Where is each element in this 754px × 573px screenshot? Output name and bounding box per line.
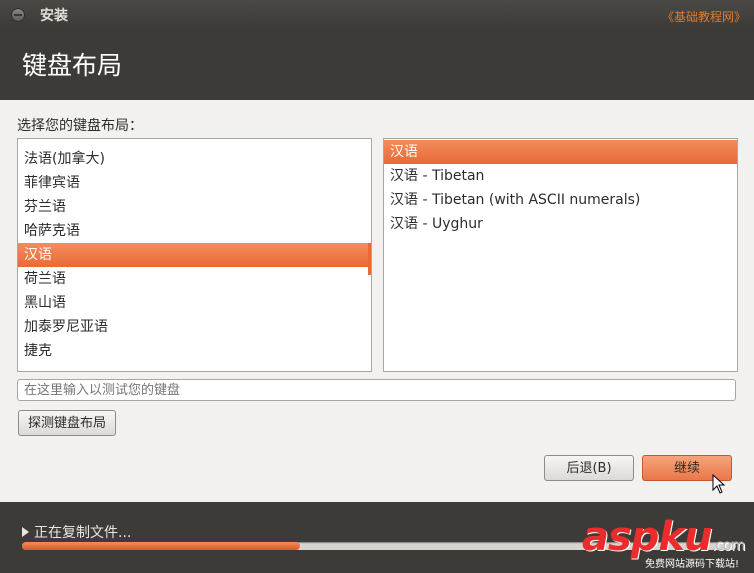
- page-header: 键盘布局: [0, 28, 754, 100]
- back-button[interactable]: 后退(B): [544, 455, 634, 481]
- expand-triangle-icon[interactable]: [22, 527, 29, 537]
- progress-label-text: 正在复制文件...: [34, 525, 132, 541]
- scrollbar-thumb[interactable]: [368, 243, 371, 275]
- watermark-logo-text: aspku: [582, 514, 713, 560]
- watermark-text: 《基础教程网》: [661, 10, 746, 24]
- list-item[interactable]: 汉语 - Tibetan: [384, 164, 737, 188]
- window-title: 安装: [40, 8, 68, 24]
- list-item[interactable]: 加泰罗尼亚语: [18, 315, 371, 339]
- close-icon[interactable]: [11, 8, 25, 22]
- list-item[interactable]: 汉语 - Uyghur: [384, 212, 737, 236]
- list-item[interactable]: 芬兰语: [18, 195, 371, 219]
- watermark-logo: aspku.com: [582, 514, 746, 560]
- mouse-cursor-icon: [712, 474, 726, 494]
- list-item[interactable]: 捷克: [18, 339, 371, 363]
- main-content: 选择您的键盘布局： ⠀ 法语(加拿大) 菲律宾语 芬兰语 哈萨克语 汉语 荷兰语 黑山语 加泰…: [0, 100, 754, 502]
- list-item[interactable]: 汉语 - Tibetan (with ASCII numerals): [384, 188, 737, 212]
- list-item[interactable]: 汉语: [18, 243, 371, 267]
- list-item[interactable]: 荷兰语: [18, 267, 371, 291]
- list-item[interactable]: 哈萨克语: [18, 219, 371, 243]
- list-item[interactable]: 菲律宾语: [18, 171, 371, 195]
- layout-prompt: 选择您的键盘布局：: [17, 118, 143, 134]
- watermark-logo-suffix: .com: [711, 536, 746, 554]
- layout-language-list[interactable]: ⠀ 法语(加拿大) 菲律宾语 芬兰语 哈萨克语 汉语 荷兰语 黑山语 加泰罗尼亚语 捷克: [17, 138, 372, 372]
- list-item[interactable]: 汉语: [384, 140, 737, 164]
- title-bar: 安装 《基础教程网》: [0, 0, 754, 28]
- page-title: 键盘布局: [22, 51, 123, 80]
- watermark-tagline: 免费网站源码下载站!: [645, 559, 740, 570]
- keyboard-test-input[interactable]: [17, 379, 736, 401]
- layout-variant-list[interactable]: 汉语 汉语 - Tibetan 汉语 - Tibetan (with ASCII n…: [383, 138, 738, 372]
- progress-status[interactable]: 正在复制文件...: [22, 522, 131, 542]
- list-item[interactable]: 法语(加拿大): [18, 147, 371, 171]
- list-item[interactable]: 黑山语: [18, 291, 371, 315]
- detect-layout-button[interactable]: 探测键盘布局: [18, 410, 116, 436]
- progress-fill: [22, 542, 301, 550]
